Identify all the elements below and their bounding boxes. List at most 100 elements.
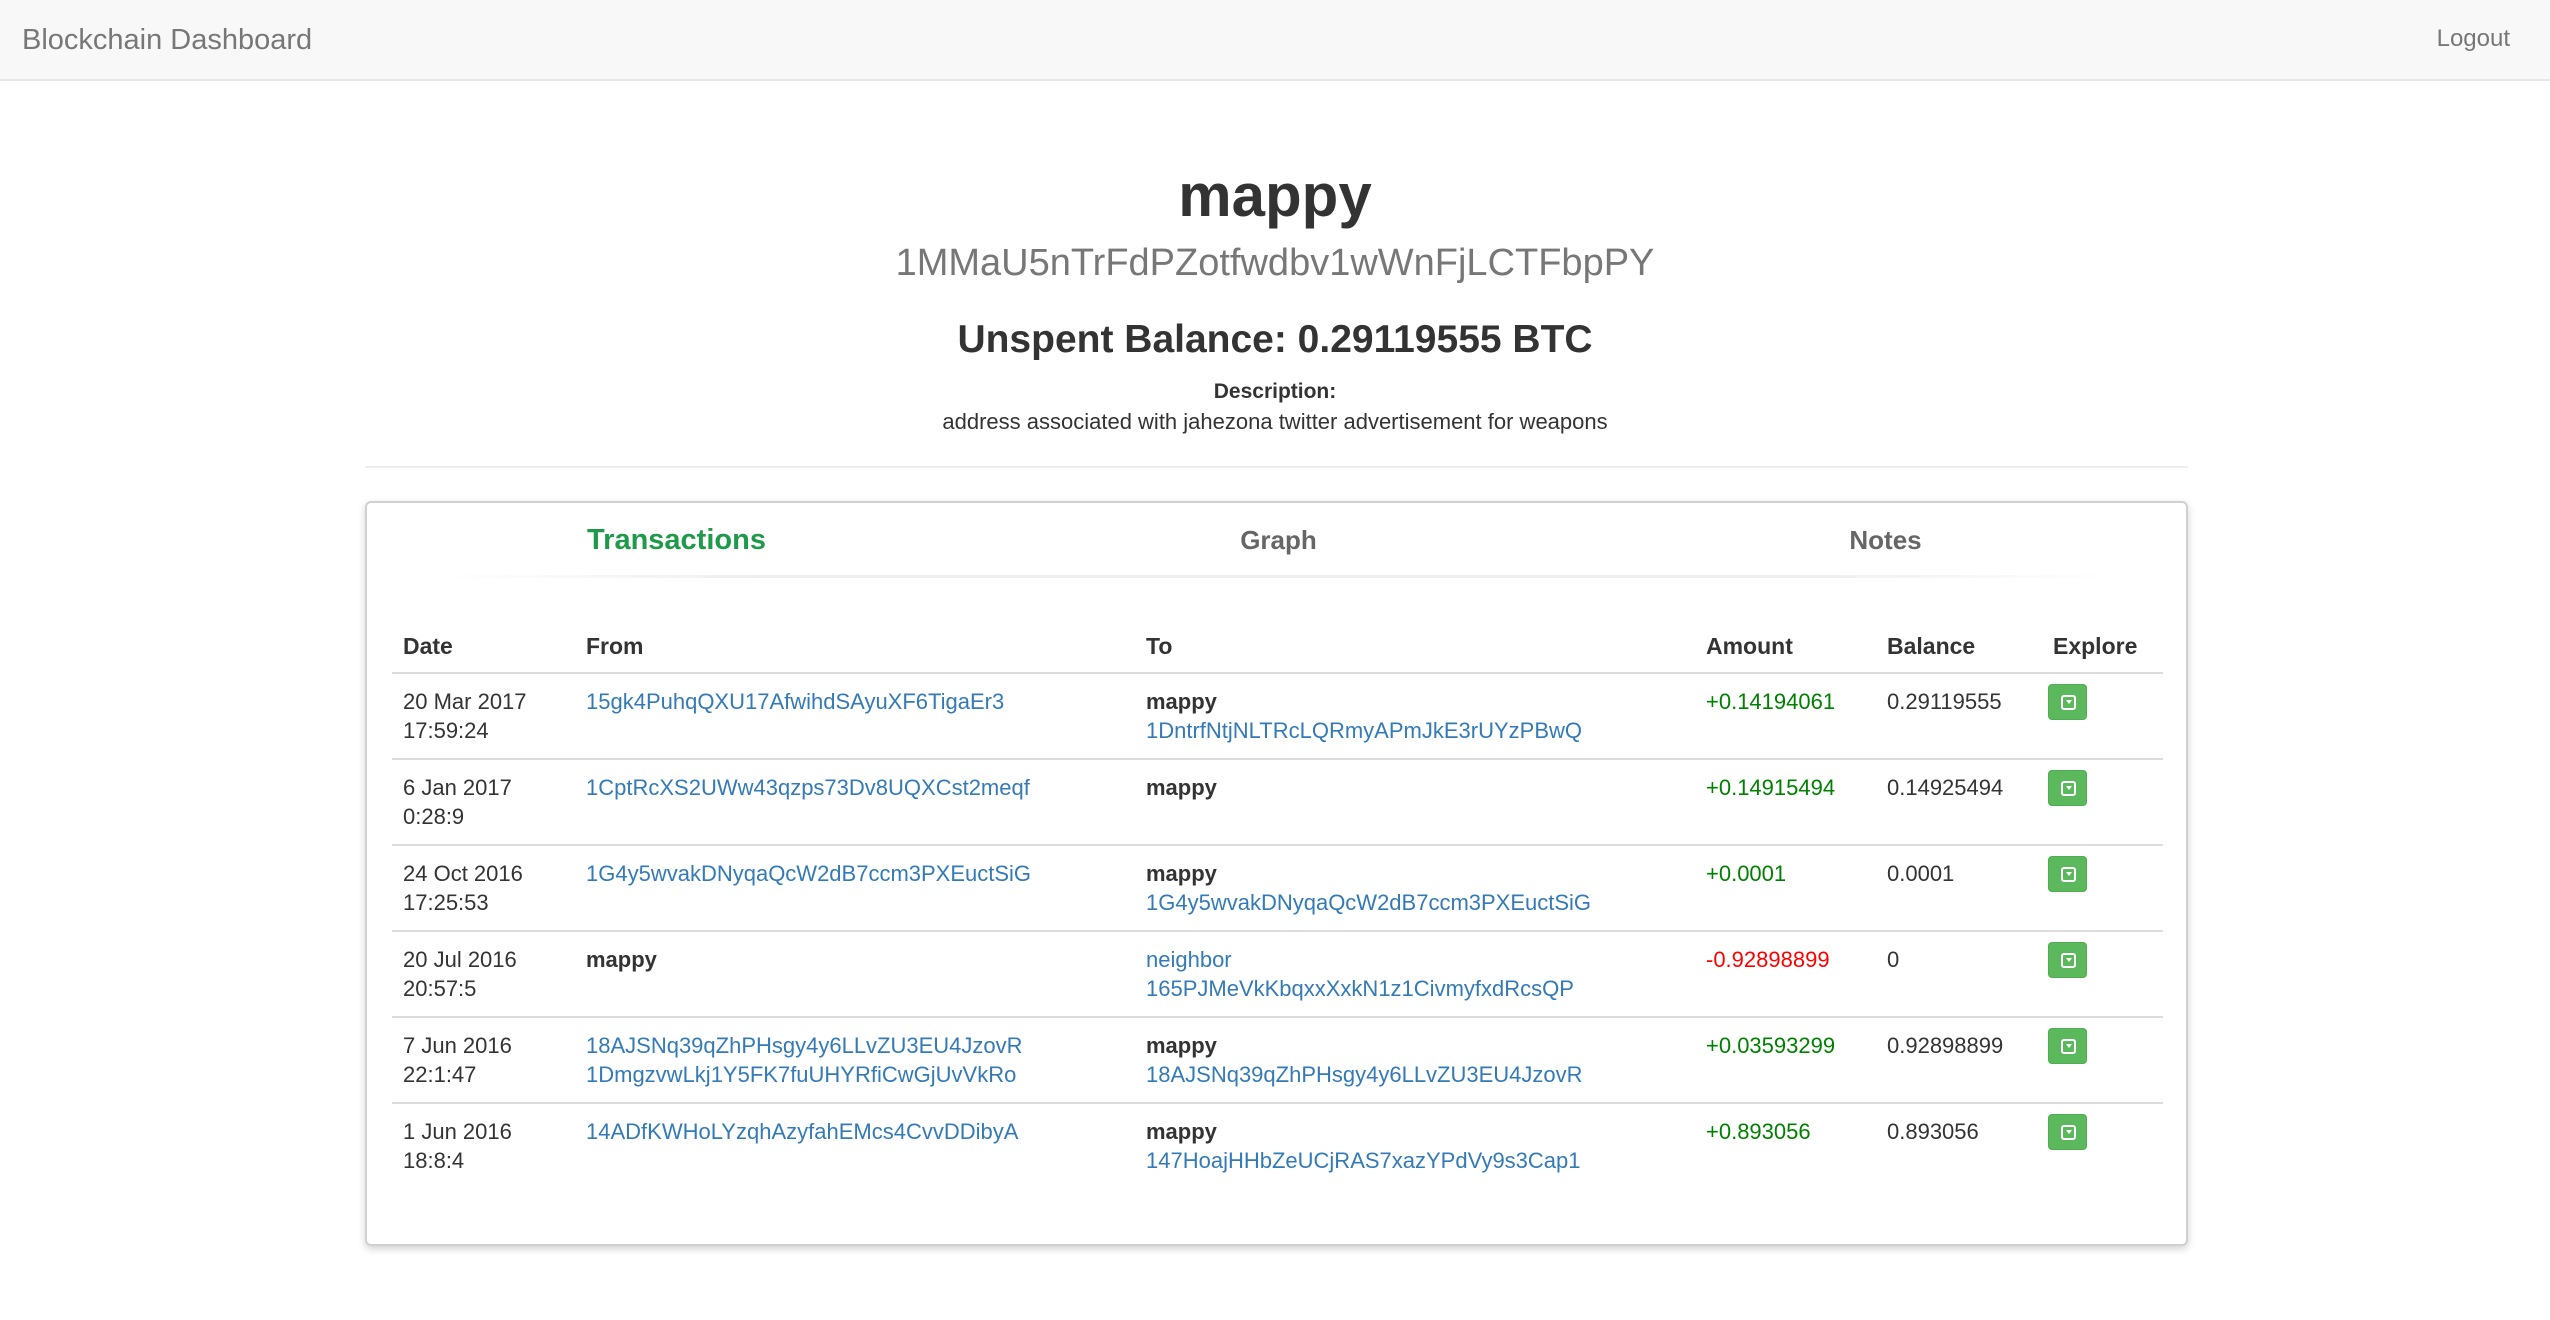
amount-cell: +0.0001: [1706, 861, 1787, 886]
caret-square-down-icon: [2061, 781, 2076, 796]
balance-cell: 0.92898899: [1887, 1033, 2004, 1058]
tx-date: 20 Mar 2017: [403, 689, 527, 714]
balance-cell: 0.14925494: [1887, 775, 2004, 800]
table-row: 1 Jun 2016 18:8:4 14ADfKWHoLYzqhAzyfahEMcs…: [392, 1104, 2163, 1190]
tx-date: 1 Jun 2016: [403, 1119, 512, 1144]
amount-cell: -0.92898899: [1706, 947, 1830, 972]
from-address-link[interactable]: 1DmgzvwLkj1Y5FK7fuUHYRfiCwGjUvVkRo: [586, 1060, 1023, 1089]
header-explore: Explore: [2053, 633, 2138, 659]
to-wallet-name: mappy: [1146, 689, 1217, 714]
caret-square-down-icon: [2061, 695, 2076, 710]
balance-cell: 0.29119555: [1887, 689, 2002, 714]
tx-time: 20:57:5: [403, 976, 477, 1001]
header-to: To: [1146, 633, 1173, 659]
transactions-table: Date From To Amount Balance Explore 20 M…: [392, 618, 2163, 1190]
description-text: address associated with jahezona twitter…: [942, 409, 1608, 434]
tx-time: 17:25:53: [403, 890, 489, 915]
header-balance: Balance: [1887, 633, 1976, 659]
tx-time: 17:59:24: [403, 718, 489, 743]
to-cell: mappy 1DntrfNtjNLTRcLQRmyAPmJkE3rUYzPBwQ: [1146, 687, 1582, 745]
tx-time: 0:28:9: [403, 804, 465, 829]
to-address-link[interactable]: 165PJMeVkKbqxxXxkN1z1CivmyfxdRcsQP: [1146, 974, 1574, 1003]
table-row: 6 Jan 2017 0:28:9 1CptRcXS2UWw43qzps73Dv8U…: [392, 760, 2163, 846]
explore-cell: [2048, 1114, 2087, 1150]
amount-cell: +0.14915494: [1706, 775, 1836, 800]
wallet-address: 1MMaU5nTrFdPZotfwdbv1wWnFjLCTFbpPY: [895, 242, 1655, 284]
date-cell: 7 Jun 2016 22:1:47: [403, 1031, 512, 1089]
explore-cell: [2048, 1028, 2087, 1064]
from-cell: 15gk4PuhqQXU17AfwihdSAyuXF6TigaEr3: [586, 687, 1004, 716]
explore-cell: [2048, 684, 2087, 720]
to-address-link[interactable]: 18AJSNq39qZhPHsgy4y6LLvZU3EU4JzovR: [1146, 1060, 1583, 1089]
header-from: From: [586, 633, 644, 659]
brand-link[interactable]: Blockchain Dashboard: [22, 22, 312, 58]
to-address-link[interactable]: 1G4y5wvakDNyqaQcW2dB7ccm3PXEuctSiG: [1146, 888, 1591, 917]
to-address-link[interactable]: neighbor: [1146, 945, 1574, 974]
table-row: 20 Jul 2016 20:57:5 mappy neighbor 165PJMeVk…: [392, 932, 2163, 1018]
explore-button[interactable]: [2048, 1028, 2087, 1064]
tx-time: 18:8:4: [403, 1148, 465, 1173]
date-cell: 6 Jan 2017 0:28:9: [403, 773, 512, 831]
to-cell: mappy: [1146, 773, 1217, 802]
amount-cell: +0.03593299: [1706, 1033, 1836, 1058]
from-cell: 1G4y5wvakDNyqaQcW2dB7ccm3PXEuctSiG: [586, 859, 1031, 888]
table-header-row: Date From To Amount Balance Explore: [392, 618, 2163, 674]
tab-graph[interactable]: Graph: [975, 521, 1582, 559]
header-date: Date: [403, 633, 453, 659]
date-cell: 24 Oct 2016 17:25:53: [403, 859, 523, 917]
tab-bar: Transactions Graph Notes: [367, 503, 2186, 579]
from-cell: mappy: [586, 945, 657, 974]
date-cell: 20 Mar 2017 17:59:24: [403, 687, 527, 745]
tx-date: 7 Jun 2016: [403, 1033, 512, 1058]
from-wallet-name: mappy: [586, 947, 657, 972]
to-wallet-name: mappy: [1146, 1119, 1217, 1144]
explore-button[interactable]: [2048, 1114, 2087, 1150]
description-label: Description:: [1213, 380, 1337, 403]
to-address-link[interactable]: 147HoajHHbZeUCjRAS7xazYPdVy9s3Cap1: [1146, 1146, 1581, 1175]
date-cell: 20 Jul 2016 20:57:5: [403, 945, 517, 1003]
header-amount: Amount: [1706, 633, 1793, 659]
date-cell: 1 Jun 2016 18:8:4: [403, 1117, 512, 1175]
table-row: 24 Oct 2016 17:25:53 1G4y5wvakDNyqaQcW2dB7…: [392, 846, 2163, 932]
caret-square-down-icon: [2061, 1125, 2076, 1140]
tab-underline: [427, 575, 2127, 578]
explore-button[interactable]: [2048, 684, 2087, 720]
tx-date: 6 Jan 2017: [403, 775, 512, 800]
logout-link[interactable]: Logout: [2437, 24, 2510, 54]
explore-button[interactable]: [2048, 942, 2087, 978]
amount-cell: +0.893056: [1706, 1119, 1811, 1144]
table-body: 20 Mar 2017 17:59:24 15gk4PuhqQXU17AfwihdS…: [392, 674, 2163, 1190]
to-cell: mappy 147HoajHHbZeUCjRAS7xazYPdVy9s3Cap1: [1146, 1117, 1581, 1175]
to-wallet-name: mappy: [1146, 775, 1217, 800]
wallet-name: mappy: [1178, 162, 1372, 229]
from-address-link[interactable]: 14ADfKWHoLYzqhAzyfahEMcs4CvvDDibyA: [586, 1117, 1018, 1146]
to-wallet-name: mappy: [1146, 861, 1217, 886]
tab-notes[interactable]: Notes: [1582, 521, 2189, 559]
explore-cell: [2048, 942, 2087, 978]
tx-date: 24 Oct 2016: [403, 861, 523, 886]
explore-button[interactable]: [2048, 856, 2087, 892]
to-wallet-name: mappy: [1146, 1033, 1217, 1058]
from-cell: 14ADfKWHoLYzqhAzyfahEMcs4CvvDDibyA: [586, 1117, 1018, 1146]
to-address-link[interactable]: 1DntrfNtjNLTRcLQRmyAPmJkE3rUYzPBwQ: [1146, 716, 1582, 745]
tab-transactions[interactable]: Transactions: [373, 521, 980, 559]
balance-cell: 0.0001: [1887, 861, 1955, 886]
from-address-link[interactable]: 15gk4PuhqQXU17AfwihdSAyuXF6TigaEr3: [586, 687, 1004, 716]
amount-cell: +0.14194061: [1706, 689, 1836, 714]
from-address-link[interactable]: 18AJSNq39qZhPHsgy4y6LLvZU3EU4JzovR: [586, 1031, 1023, 1060]
explore-button[interactable]: [2048, 770, 2087, 806]
to-cell: neighbor 165PJMeVkKbqxxXxkN1z1CivmyfxdRcs…: [1146, 945, 1574, 1003]
balance-cell: 0: [1887, 947, 1900, 972]
to-cell: mappy 1G4y5wvakDNyqaQcW2dB7ccm3PXEuctSiG: [1146, 859, 1591, 917]
from-address-link[interactable]: 1CptRcXS2UWw43qzps73Dv8UQXCst2meqf: [586, 773, 1030, 802]
tx-date: 20 Jul 2016: [403, 947, 517, 972]
from-cell: 1CptRcXS2UWw43qzps73Dv8UQXCst2meqf: [586, 773, 1030, 802]
explore-cell: [2048, 856, 2087, 892]
caret-square-down-icon: [2061, 953, 2076, 968]
from-address-link[interactable]: 1G4y5wvakDNyqaQcW2dB7ccm3PXEuctSiG: [586, 859, 1031, 888]
unspent-balance: Unspent Balance: 0.29119555 BTC: [957, 318, 1593, 361]
tx-time: 22:1:47: [403, 1062, 477, 1087]
table-row: 20 Mar 2017 17:59:24 15gk4PuhqQXU17AfwihdS…: [392, 674, 2163, 760]
caret-square-down-icon: [2061, 867, 2076, 882]
balance-cell: 0.893056: [1887, 1119, 1979, 1144]
